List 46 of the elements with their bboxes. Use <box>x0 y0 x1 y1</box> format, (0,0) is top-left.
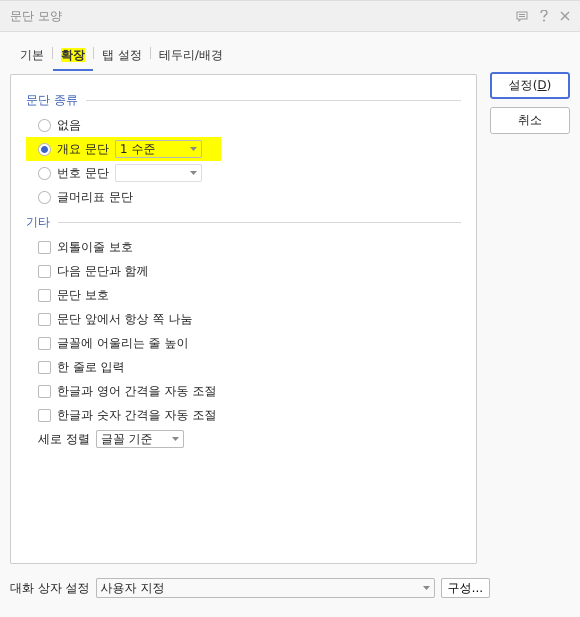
radio-label: 글머리표 문단 <box>57 188 133 206</box>
checkbox-label: 외톨이줄 보호 <box>57 238 133 256</box>
window-title: 문단 모양 <box>10 8 63 24</box>
preset-dropdown[interactable]: 사용자 지정 <box>96 578 435 598</box>
cancel-button[interactable]: 취소 <box>490 107 570 134</box>
checkbox[interactable] <box>38 336 51 350</box>
level-dropdown[interactable]: 1 수준 <box>114 140 202 158</box>
section-heading: 문단 종류 <box>26 92 78 108</box>
tab[interactable]: 기본 <box>12 41 52 71</box>
radio-button[interactable] <box>38 166 51 180</box>
close-icon[interactable] <box>560 11 570 21</box>
caret-icon <box>190 171 197 175</box>
checkbox[interactable] <box>38 312 51 326</box>
checkbox-label: 한 줄로 입력 <box>57 358 125 376</box>
radio-button[interactable] <box>38 190 51 204</box>
help-icon[interactable] <box>540 10 548 22</box>
checkbox[interactable] <box>38 360 51 374</box>
radio-label: 개요 문단 <box>57 140 109 158</box>
checkbox-label: 다음 문단과 함께 <box>57 262 149 280</box>
checkbox-label: 한글과 숫자 간격을 자동 조절 <box>57 406 216 424</box>
checkbox-label: 문단 앞에서 항상 쪽 나눔 <box>57 310 192 328</box>
caret-icon <box>190 147 197 151</box>
checkbox[interactable] <box>38 408 51 422</box>
ok-button[interactable]: 설정(D) <box>490 72 570 99</box>
radio-button[interactable] <box>38 142 51 156</box>
tab[interactable]: 탭 설정 <box>94 41 150 71</box>
checkbox[interactable] <box>38 288 51 302</box>
section-heading: 기타 <box>26 214 50 230</box>
checkbox-label: 한글과 영어 간격을 자동 조절 <box>57 382 216 400</box>
checkbox-label: 글꼴에 어울리는 줄 높이 <box>57 334 188 352</box>
radio-button[interactable] <box>38 118 51 132</box>
radio-label: 없음 <box>57 116 81 134</box>
radio-label: 번호 문단 <box>57 164 109 182</box>
configure-button[interactable]: 구성... <box>440 578 490 598</box>
checkbox[interactable] <box>38 240 51 254</box>
checkbox[interactable] <box>38 264 51 278</box>
field-label: 세로 정렬 <box>38 430 90 448</box>
checkbox[interactable] <box>38 384 51 398</box>
tab[interactable]: 확장 <box>53 41 93 71</box>
field-label: 대화 상자 설정 <box>10 580 90 596</box>
comment-icon[interactable] <box>516 10 528 22</box>
align-dropdown[interactable]: 글꼴 기준 <box>96 430 184 448</box>
caret-icon <box>172 437 179 441</box>
tab[interactable]: 테두리/배경 <box>150 41 231 71</box>
checkbox-label: 문단 보호 <box>57 286 109 304</box>
caret-icon <box>422 586 430 590</box>
